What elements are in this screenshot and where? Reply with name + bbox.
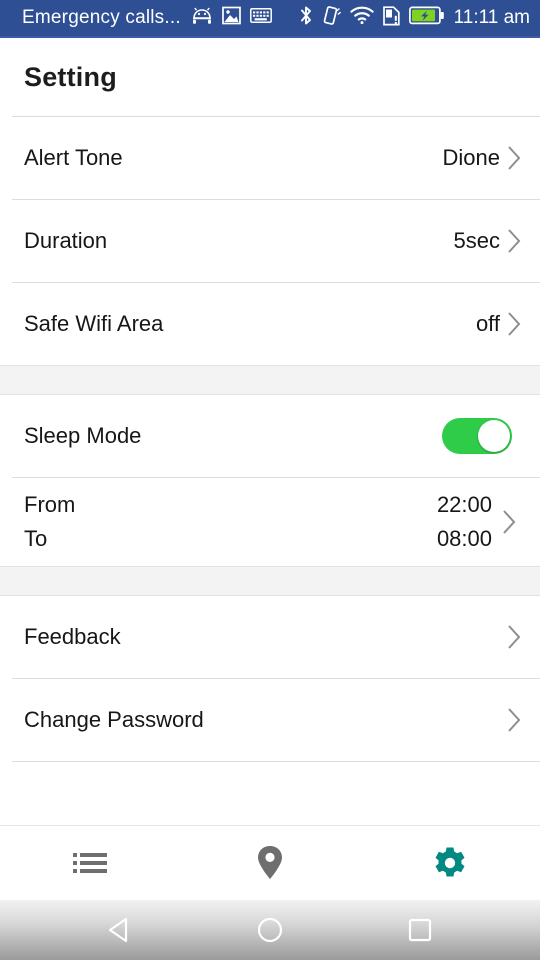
page-title-text: Setting <box>24 61 117 92</box>
page-title: Setting <box>0 38 540 116</box>
status-clock: 11:11 am <box>453 7 530 28</box>
chevron-right-icon <box>502 622 526 652</box>
row-value: Dione <box>442 145 500 170</box>
row-right: 5sec <box>454 227 526 255</box>
chevron-right-icon <box>502 227 526 255</box>
square-icon <box>406 916 434 944</box>
status-left-icons <box>191 6 272 30</box>
row-label: Safe Wifi Area <box>24 311 164 336</box>
sidebar-item-location[interactable] <box>180 826 360 900</box>
vibrate-icon <box>322 5 341 31</box>
row-label: Alert Tone <box>24 145 123 170</box>
image-icon <box>221 6 241 30</box>
settings-row-sleep-mode[interactable]: Sleep Mode <box>0 395 540 477</box>
circle-icon <box>256 916 284 944</box>
settings-row-alert-tone[interactable]: Alert Tone Dione <box>0 117 540 199</box>
row-value: 5sec <box>453 228 500 253</box>
row-label: Change Password <box>24 707 204 732</box>
status-bar: Emergency calls... 11:11 am <box>0 0 540 38</box>
bluetooth-icon <box>299 5 313 31</box>
back-button[interactable] <box>45 916 195 944</box>
battery-charging-icon <box>408 6 445 30</box>
to-label: To <box>24 526 48 551</box>
recents-button[interactable] <box>345 916 495 944</box>
toggle-knob <box>478 420 510 452</box>
section-gap <box>0 566 540 596</box>
android-nav-bar <box>0 900 540 960</box>
settings-row-duration[interactable]: Duration 5sec <box>0 200 540 282</box>
section-gap <box>0 365 540 395</box>
settings-row-sleep-time-range[interactable]: From To 22:00 08:00 <box>0 478 540 566</box>
status-carrier-text: Emergency calls... <box>22 7 181 28</box>
settings-row-feedback[interactable]: Feedback <box>0 596 540 678</box>
sidebar-item-list[interactable] <box>0 826 180 900</box>
bottom-tab-bar <box>0 825 540 900</box>
row-right <box>442 418 526 454</box>
to-value: 08:00 <box>436 526 492 551</box>
home-button[interactable] <box>195 916 345 944</box>
status-right-icons <box>299 5 445 31</box>
gear-icon <box>433 846 467 880</box>
settings-row-change-password[interactable]: Change Password <box>0 679 540 761</box>
row-right <box>500 705 526 735</box>
row-right: Dione <box>443 144 526 172</box>
settings-row-safe-wifi-area[interactable]: Safe Wifi Area off <box>0 283 540 365</box>
chevron-right-icon <box>502 310 526 338</box>
row-label: Sleep Mode <box>24 423 142 448</box>
phone-screen: Emergency calls... 11:11 am Setting Aler… <box>0 0 540 960</box>
sim-alert-icon <box>382 5 400 31</box>
row-label: Feedback <box>24 624 121 649</box>
sleep-mode-toggle[interactable] <box>442 418 512 454</box>
row-value: off <box>475 311 500 336</box>
wifi-icon <box>349 6 374 30</box>
chevron-right-icon <box>502 705 526 735</box>
settings-content: Setting Alert Tone Dione Duration 5sec S… <box>0 38 540 825</box>
from-value: 22:00 <box>436 492 492 517</box>
triangle-left-icon <box>106 916 134 944</box>
keyboard-icon <box>249 8 272 28</box>
sidebar-item-settings[interactable] <box>360 826 540 900</box>
chevron-right-icon <box>492 507 526 537</box>
from-label: From <box>24 492 76 517</box>
time-range-values: 22:00 08:00 <box>437 489 492 555</box>
android-robot-icon <box>191 7 213 30</box>
list-icon <box>73 850 107 876</box>
location-pin-icon <box>256 845 284 881</box>
row-right: off <box>476 310 526 338</box>
divider <box>12 761 540 762</box>
row-label: Duration <box>24 228 108 253</box>
time-range-labels: From To <box>24 489 75 555</box>
chevron-right-icon <box>502 144 526 172</box>
row-right <box>500 622 526 652</box>
